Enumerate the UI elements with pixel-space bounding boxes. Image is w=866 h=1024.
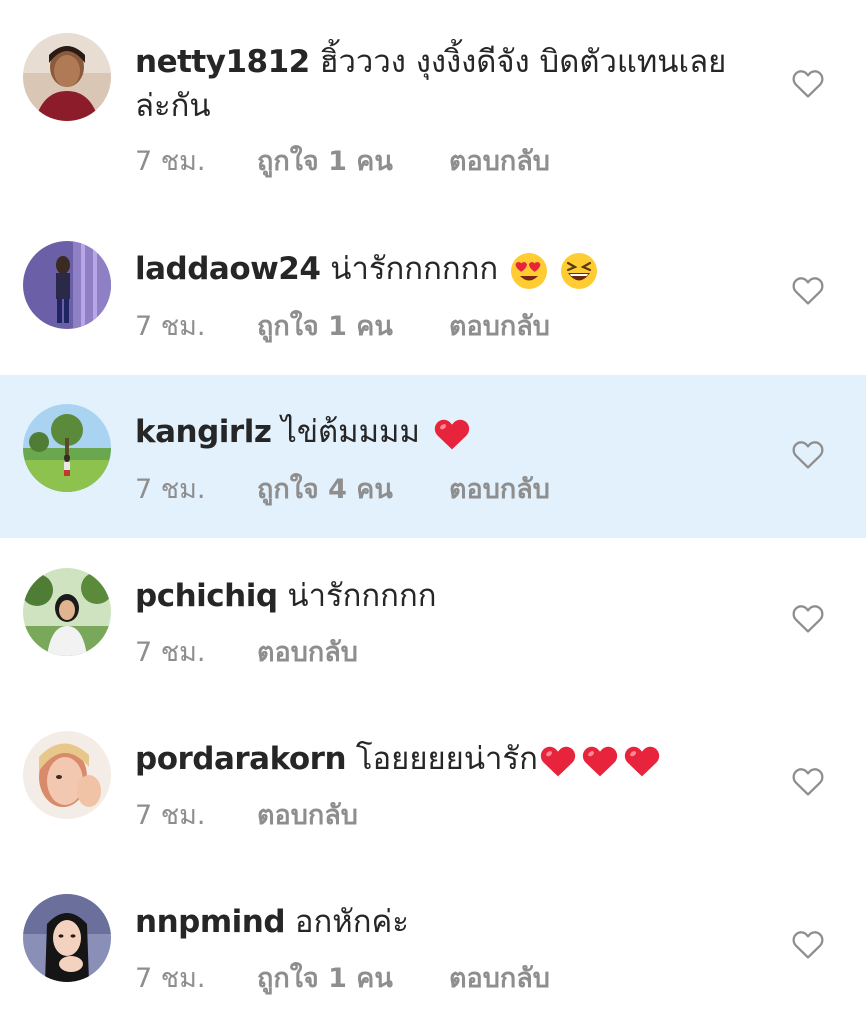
comment-body: nnpmind อกหักค่ะ — [135, 900, 755, 944]
comment-item: nnpmind อกหักค่ะ 7 ชม. ถูกใจ 1 คน ตอบกลับ — [0, 864, 866, 1024]
like-heart-icon[interactable] — [791, 765, 825, 797]
avatar[interactable] — [23, 894, 111, 982]
reply-button[interactable]: ตอบกลับ — [257, 635, 358, 671]
avatar[interactable] — [23, 33, 111, 121]
heart-eyes-emoji — [510, 252, 548, 290]
comment-likes[interactable]: ถูกใจ 1 คน — [257, 961, 449, 997]
comment-meta: 7 ชม. ถูกใจ 1 คน ตอบกลับ — [135, 961, 550, 997]
comment-meta: 7 ชม. ถูกใจ 1 คน ตอบกลับ — [135, 309, 550, 345]
comment-username[interactable]: nnpmind — [135, 904, 286, 940]
comment-time: 7 ชม. — [135, 963, 206, 994]
reply-button[interactable]: ตอบกลับ — [449, 144, 550, 180]
like-heart-icon[interactable] — [791, 438, 825, 470]
comment-meta: 7 ชม. ตอบกลับ — [135, 798, 358, 834]
avatar[interactable] — [23, 241, 111, 329]
comment-time: 7 ชม. — [135, 474, 206, 505]
like-heart-icon[interactable] — [791, 602, 825, 634]
comment-username[interactable]: laddaow24 — [135, 251, 321, 287]
reply-button[interactable]: ตอบกลับ — [449, 961, 550, 997]
like-heart-icon[interactable] — [791, 928, 825, 960]
like-heart-icon[interactable] — [791, 67, 825, 99]
comment-item: pordarakorn โอยยยยน่ารัก 7 ชม. ตอบกลับ — [0, 701, 866, 864]
comment-body: kangirlz ไข่ต้มมมม — [135, 410, 755, 454]
like-heart-icon[interactable] — [791, 274, 825, 306]
comment-text: ไข่ต้มมมม — [281, 414, 420, 450]
comment-likes[interactable]: ถูกใจ 1 คน — [257, 144, 449, 180]
reply-button[interactable]: ตอบกลับ — [449, 472, 550, 508]
comment-item-highlighted: kangirlz ไข่ต้มมมม 7 ชม. ถูกใจ 4 คน ตอบกลั… — [0, 375, 866, 538]
comment-likes[interactable]: ถูกใจ 4 คน — [257, 472, 449, 508]
comment-item: netty1812 ฮิ้วววง งุงงิ้งดีจัง บิดตัวแทน… — [0, 0, 866, 210]
comment-item: pchichiq น่ารักกกกก 7 ชม. ตอบกลับ — [0, 538, 866, 701]
comment-body: pordarakorn โอยยยยน่ารัก — [135, 737, 755, 781]
red-heart-emoji — [538, 744, 578, 778]
comment-time: 7 ชม. — [135, 146, 206, 177]
red-heart-emoji — [580, 744, 620, 778]
red-heart-emoji — [622, 744, 662, 778]
comment-time: 7 ชม. — [135, 637, 206, 668]
avatar[interactable] — [23, 568, 111, 656]
comment-text: โอยยยยน่ารัก — [355, 741, 538, 777]
comment-body: laddaow24 น่ารักกกกกก — [135, 247, 755, 291]
comment-meta: 7 ชม. ถูกใจ 4 คน ตอบกลับ — [135, 472, 550, 508]
comment-likes[interactable]: ถูกใจ 1 คน — [257, 309, 449, 345]
comment-time: 7 ชม. — [135, 800, 206, 831]
comment-time: 7 ชม. — [135, 311, 206, 342]
laughing-emoji — [560, 252, 598, 290]
comment-text: น่ารักกกกกก — [330, 251, 499, 287]
avatar[interactable] — [23, 404, 111, 492]
comment-meta: 7 ชม. ตอบกลับ — [135, 635, 358, 671]
comment-list: netty1812 ฮิ้วววง งุงงิ้งดีจัง บิดตัวแทน… — [0, 0, 866, 1024]
avatar[interactable] — [23, 731, 111, 819]
comment-username[interactable]: netty1812 — [135, 44, 310, 80]
comment-text: อกหักค่ะ — [294, 904, 409, 940]
comment-username[interactable]: kangirlz — [135, 414, 272, 450]
comment-username[interactable]: pchichiq — [135, 578, 278, 614]
reply-button[interactable]: ตอบกลับ — [449, 309, 550, 345]
comment-item: laddaow24 น่ารักกกกกก 7 ชม. ถูกใจ 1 คน ต… — [0, 210, 866, 375]
comment-text: น่ารักกกกก — [287, 578, 437, 614]
comment-body: netty1812 ฮิ้วววง งุงงิ้งดีจัง บิดตัวแทน… — [135, 40, 755, 128]
red-heart-emoji — [432, 417, 472, 451]
comment-body: pchichiq น่ารักกกกก — [135, 574, 755, 618]
comment-username[interactable]: pordarakorn — [135, 741, 347, 777]
comment-meta: 7 ชม. ถูกใจ 1 คน ตอบกลับ — [135, 144, 550, 180]
reply-button[interactable]: ตอบกลับ — [257, 798, 358, 834]
